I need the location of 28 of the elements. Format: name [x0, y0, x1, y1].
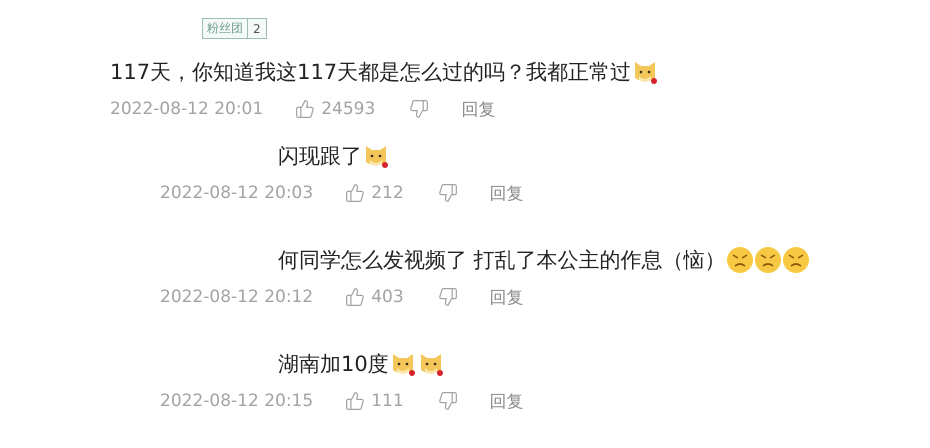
like-count: 24593	[321, 99, 376, 119]
comment-text: 湖南加10度	[278, 351, 389, 378]
dislike-icon[interactable]	[438, 287, 458, 307]
like-icon[interactable]	[295, 99, 316, 119]
reply-link[interactable]: 回复	[490, 390, 524, 412]
comment-text: 何同学怎么发视频了 打乱了本公主的作息（恼）	[278, 247, 726, 274]
fan-club-badge: 粉丝团 2	[202, 18, 267, 39]
dislike-icon[interactable]	[438, 183, 458, 203]
dislike-icon[interactable]	[438, 391, 458, 411]
dislike-icon[interactable]	[409, 99, 430, 119]
angry-face-emoji-icon	[782, 246, 810, 274]
reply-link[interactable]: 回复	[490, 286, 524, 308]
like-icon[interactable]	[345, 183, 366, 203]
like-icon[interactable]	[345, 287, 366, 307]
comment-time: 2022-08-12 20:03	[160, 183, 314, 203]
like-icon[interactable]	[345, 391, 366, 411]
angry-face-emoji-icon	[726, 246, 754, 274]
comment-time: 2022-08-12 20:01	[110, 99, 264, 119]
comment-time: 2022-08-12 20:12	[160, 287, 314, 307]
comment-text: 闪现跟了	[278, 143, 362, 170]
comment-text: 117天，你知道我这117天都是怎么过的吗？我都正常过	[110, 59, 632, 86]
reply-link[interactable]: 回复	[461, 98, 496, 120]
like-count: 212	[371, 183, 404, 203]
comment-time: 2022-08-12 20:15	[160, 391, 314, 411]
angry-face-emoji-icon	[754, 246, 782, 274]
like-count: 403	[371, 287, 404, 307]
like-count: 111	[371, 391, 404, 411]
reply-link[interactable]: 回复	[490, 182, 524, 204]
